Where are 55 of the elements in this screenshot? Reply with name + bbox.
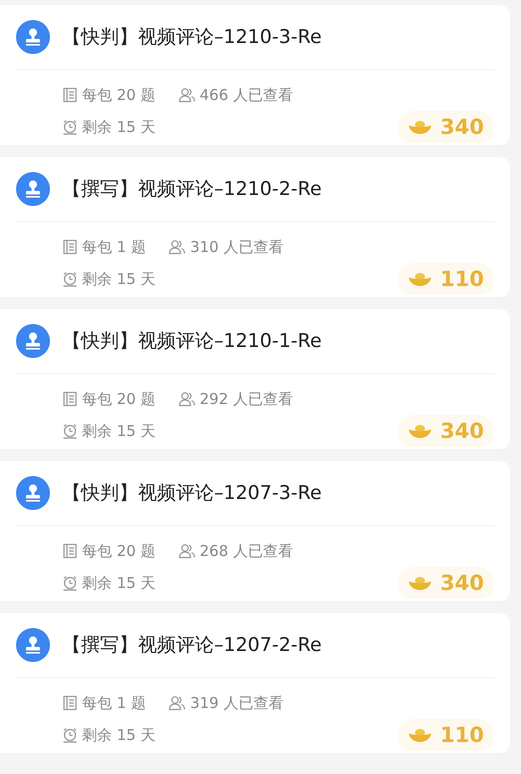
- ingot-icon: [408, 119, 432, 135]
- ingot-icon: [408, 575, 432, 591]
- document-icon: [62, 87, 78, 103]
- people-icon: [178, 87, 196, 103]
- viewer-count: 310 人已查看: [190, 238, 284, 256]
- alarm-clock-icon: [62, 271, 78, 287]
- reward-amount: 340: [440, 115, 484, 139]
- reward-amount: 340: [440, 571, 484, 595]
- ingot-icon: [408, 423, 432, 439]
- document-icon: [62, 543, 78, 559]
- people-icon: [178, 391, 196, 407]
- alarm-clock-icon: [62, 727, 78, 743]
- task-card[interactable]: 【快判】视频评论–1207-3-Re 每包 20 题 268 人已查看 剩余 15 天 340: [0, 461, 510, 601]
- people-icon: [178, 543, 196, 559]
- reward-amount: 340: [440, 419, 484, 443]
- stamp-icon: [16, 172, 50, 206]
- task-card[interactable]: 【快判】视频评论–1210-1-Re 每包 20 题 292 人已查看 剩余 15 天 340: [0, 309, 510, 449]
- alarm-clock-icon: [62, 119, 78, 135]
- questions-per-pack: 每包 1 题: [82, 694, 146, 712]
- alarm-clock-icon: [62, 423, 78, 439]
- viewer-count: 292 人已查看: [200, 390, 294, 408]
- task-card[interactable]: 【快判】视频评论–1210-3-Re 每包 20 题 466 人已查看 剩余 15 天 340: [0, 5, 510, 145]
- reward-amount: 110: [440, 723, 484, 747]
- stamp-icon: [16, 628, 50, 662]
- questions-per-pack: 每包 20 题: [82, 390, 156, 408]
- document-icon: [62, 695, 78, 711]
- days-remaining: 剩余 15 天: [82, 270, 156, 288]
- document-icon: [62, 391, 78, 407]
- people-icon: [168, 695, 186, 711]
- task-title: 【快判】视频评论–1207-3-Re: [62, 481, 322, 506]
- questions-per-pack: 每包 20 题: [82, 542, 156, 560]
- reward-amount: 110: [440, 267, 484, 291]
- document-icon: [62, 239, 78, 255]
- questions-per-pack: 每包 1 题: [82, 238, 146, 256]
- alarm-clock-icon: [62, 575, 78, 591]
- task-title: 【撰写】视频评论–1207-2-Re: [62, 633, 322, 658]
- task-title: 【快判】视频评论–1210-3-Re: [62, 25, 322, 50]
- ingot-icon: [408, 727, 432, 743]
- task-title: 【快判】视频评论–1210-1-Re: [62, 329, 322, 354]
- days-remaining: 剩余 15 天: [82, 118, 156, 136]
- questions-per-pack: 每包 20 题: [82, 86, 156, 104]
- stamp-icon: [16, 476, 50, 510]
- ingot-icon: [408, 271, 432, 287]
- viewer-count: 466 人已查看: [200, 86, 294, 104]
- task-card[interactable]: 【撰写】视频评论–1210-2-Re 每包 1 题 310 人已查看 剩余 15 天 110: [0, 157, 510, 297]
- days-remaining: 剩余 15 天: [82, 422, 156, 440]
- stamp-icon: [16, 324, 50, 358]
- task-card[interactable]: 【撰写】视频评论–1207-2-Re 每包 1 题 319 人已查看 剩余 15 天 110: [0, 613, 510, 753]
- people-icon: [168, 239, 186, 255]
- task-title: 【撰写】视频评论–1210-2-Re: [62, 177, 322, 202]
- days-remaining: 剩余 15 天: [82, 574, 156, 592]
- viewer-count: 319 人已查看: [190, 694, 284, 712]
- viewer-count: 268 人已查看: [200, 542, 294, 560]
- days-remaining: 剩余 15 天: [82, 726, 156, 744]
- stamp-icon: [16, 20, 50, 54]
